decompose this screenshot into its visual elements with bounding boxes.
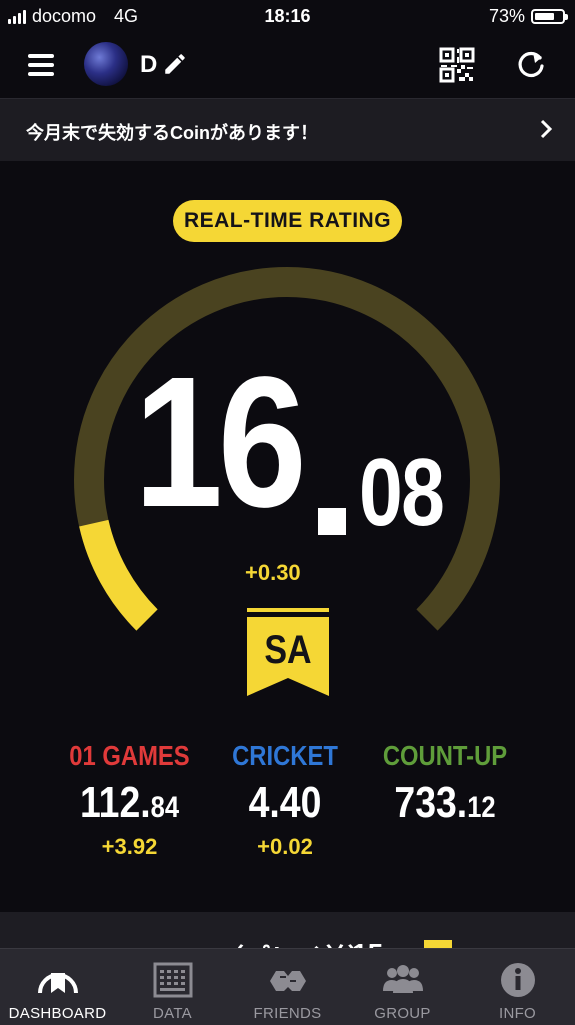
stat-value: 4.40 (248, 778, 322, 827)
friends-icon (269, 971, 306, 991)
rating-decimal: 08 (359, 439, 445, 546)
stat-count-up: COUNT-UP 733.12 (365, 740, 525, 834)
stat-label: 01 GAMES (69, 740, 190, 771)
tab-dashboard[interactable]: DASHBOARD (0, 949, 115, 1025)
tab-label: GROUP (374, 1005, 431, 1022)
tab-friends[interactable]: FRIENDS (230, 949, 345, 1025)
stat-cricket: CRICKET 4.40 +0.02 (215, 740, 355, 860)
tab-label: DASHBOARD (8, 1005, 107, 1022)
battery-status: 73% (488, 6, 568, 27)
tab-group[interactable]: GROUP (345, 949, 460, 1025)
stat-change: +0.02 (257, 834, 313, 859)
notice-text: 今月末で失効するCoinがあります！ (26, 123, 318, 143)
stat-value: 733.12 (394, 778, 496, 827)
info-icon (500, 963, 535, 997)
chevron-right-icon (540, 119, 553, 139)
tab-info[interactable]: INFO (460, 949, 575, 1025)
app-header: D (0, 34, 575, 98)
dashboard-icon (37, 973, 78, 994)
real-time-rating-badge: REAL-TIME RATING (173, 200, 402, 242)
battery-icon (531, 9, 568, 24)
battery-percent: 73% (488, 6, 525, 26)
tab-data[interactable]: DATA (115, 949, 230, 1025)
tab-label: FRIENDS (253, 1005, 322, 1022)
stat-change: +3.92 (101, 834, 158, 859)
tab-label: INFO (498, 1005, 537, 1022)
tab-label: DATA (153, 1005, 192, 1022)
rating-integer: 16 (134, 339, 307, 546)
rating-change: +0.30 (245, 560, 301, 585)
username: D (140, 51, 158, 78)
edit-icon[interactable] (162, 51, 188, 77)
coin-expiry-notice[interactable]: 今月末で失効するCoinがあります！ (0, 98, 575, 161)
stat-label: CRICKET (232, 740, 338, 771)
qr-code-icon[interactable] (439, 47, 475, 83)
stat-01-games: 01 GAMES 112.84 +3.92 (52, 740, 207, 860)
pre-play-rating-panel[interactable]: RATING（プレイ前） 15 (0, 912, 575, 952)
menu-icon[interactable] (28, 54, 54, 76)
refresh-icon[interactable] (514, 48, 548, 82)
stat-value: 112.84 (79, 778, 180, 827)
rank-label: SA (264, 628, 312, 672)
rating-decimal-point (318, 508, 346, 535)
bottom-tab-bar: DASHBOARD DATA FRIENDS GROUP INFO (0, 948, 575, 1025)
avatar[interactable] (84, 42, 128, 86)
data-icon (153, 962, 192, 998)
stat-label: COUNT-UP (382, 740, 508, 771)
status-bar: docomo 4G 18:16 73% (0, 0, 575, 34)
group-icon (382, 965, 423, 993)
